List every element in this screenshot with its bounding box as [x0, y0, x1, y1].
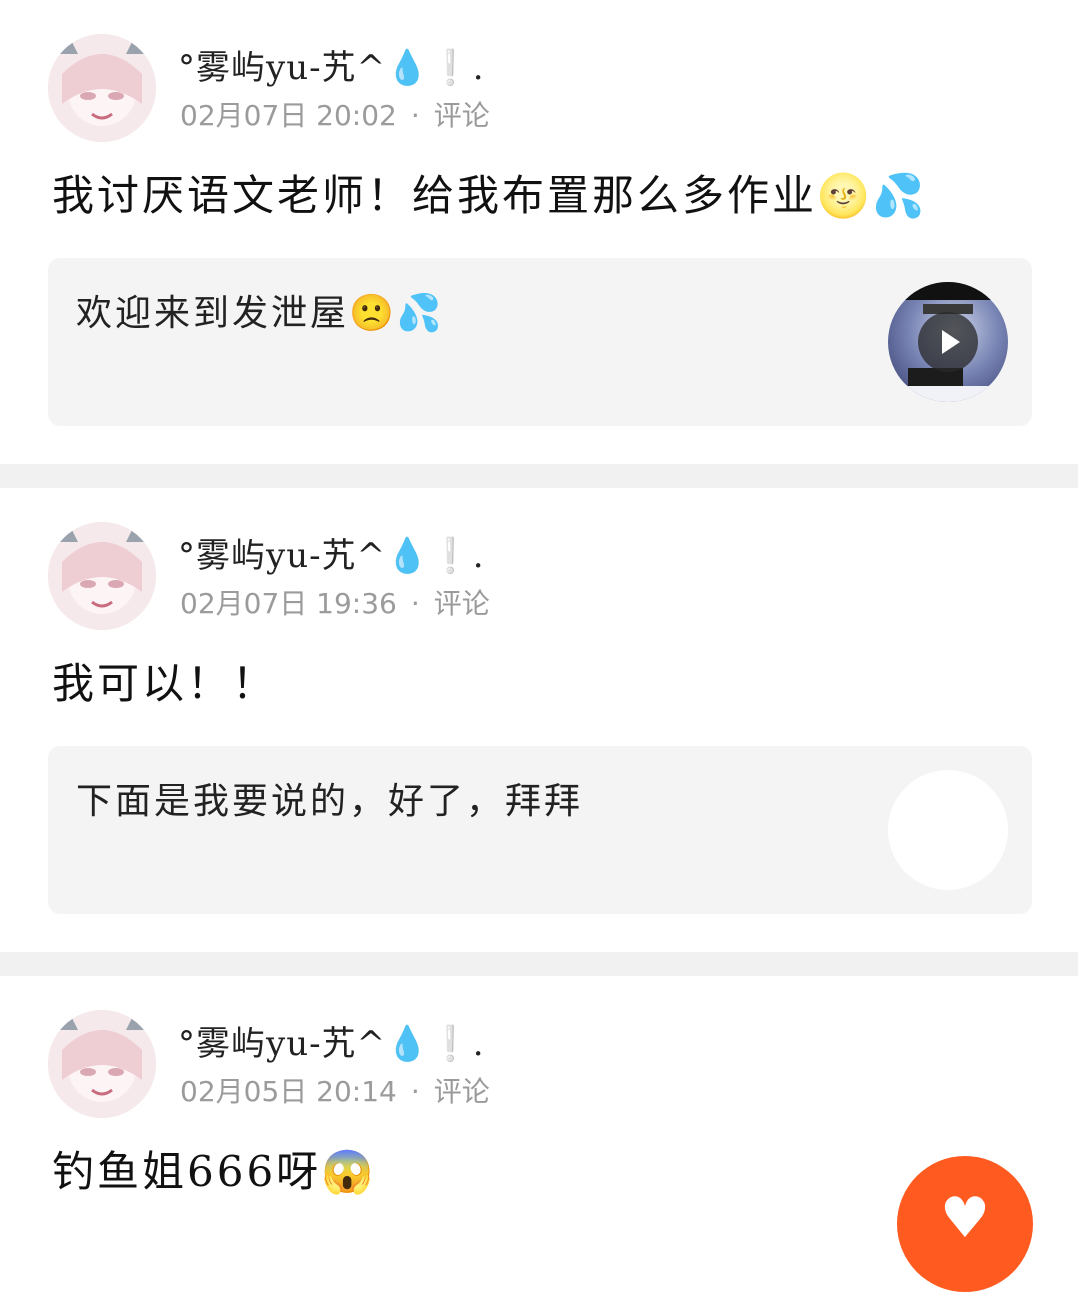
post-meta: 02月05日 20:14 · 评论 [180, 1070, 490, 1110]
post-date: 02月05日 20:14 [180, 1075, 397, 1108]
post-divider [0, 952, 1078, 976]
post-content[interactable]: 我可以！！ [52, 650, 277, 711]
username[interactable]: °雾屿yu-艽^💧❕. [178, 40, 485, 89]
comment-link[interactable]: 评论 [434, 1075, 490, 1108]
comment-link[interactable]: 评论 [434, 99, 490, 132]
post-meta: 02月07日 19:36 · 评论 [180, 582, 490, 622]
quoted-text: 欢迎来到发泄屋🙁💦 [76, 293, 445, 334]
post-card[interactable]: °雾屿yu-艽^💧❕. 02月07日 19:36 · 评论 我可以！！ 下面是我要说… [0, 488, 1078, 952]
play-icon[interactable] [918, 312, 978, 372]
comment-link[interactable]: 评论 [434, 587, 490, 620]
avatar-image [48, 34, 156, 142]
post-date: 02月07日 20:02 [180, 99, 397, 132]
avatar[interactable] [48, 522, 156, 630]
meta-separator: · [410, 99, 420, 132]
meta-separator: · [410, 587, 420, 620]
post-divider [0, 464, 1078, 488]
post-date: 02月07日 19:36 [180, 587, 397, 620]
avatar[interactable] [48, 1010, 156, 1118]
username[interactable]: °雾屿yu-艽^💧❕. [178, 1016, 485, 1065]
floating-like-button[interactable]: ♥ [897, 1156, 1033, 1292]
video-thumbnail[interactable] [888, 282, 1008, 402]
post-content[interactable]: 我讨厌语文老师！给我布置那么多作业🌝💦 [52, 162, 928, 223]
post-meta: 02月07日 20:02 · 评论 [180, 94, 490, 134]
quoted-post[interactable]: 欢迎来到发泄屋🙁💦 [48, 258, 1032, 426]
post-card[interactable]: °雾屿yu-艽^💧❕. 02月07日 20:02 · 评论 我讨厌语文老师！给我布置… [0, 0, 1078, 464]
quoted-thumbnail[interactable] [888, 770, 1008, 890]
username[interactable]: °雾屿yu-艽^💧❕. [178, 528, 485, 577]
post-content[interactable]: 钓鱼姐666呀😱 [52, 1138, 376, 1199]
quoted-text: 下面是我要说的，好了，拜拜 [76, 781, 584, 822]
avatar-image [48, 1010, 156, 1118]
avatar-image [48, 522, 156, 630]
quoted-post[interactable]: 下面是我要说的，好了，拜拜 [48, 746, 1032, 914]
avatar[interactable] [48, 34, 156, 142]
heart-icon: ♥ [939, 1186, 991, 1251]
meta-separator: · [410, 1075, 420, 1108]
